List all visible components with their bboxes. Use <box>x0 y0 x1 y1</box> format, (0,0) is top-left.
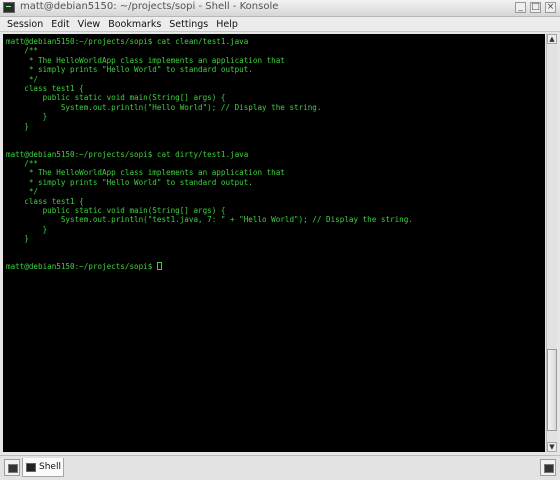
terminal-line: public static void main(String[] args) { <box>6 93 226 103</box>
window-title: matt@debian5150: ~/projects/sopi - Shell… <box>20 1 279 12</box>
konsole-window: matt@debian5150: ~/projects/sopi - Shell… <box>0 0 560 480</box>
terminal-line: matt@debian5150:~/projects/sopi$ cat dir… <box>6 149 249 159</box>
menu-settings[interactable]: Settings <box>165 17 212 31</box>
maximize-button[interactable]: □ <box>530 2 541 13</box>
terminal-line: * The HelloWorldApp class implements an … <box>6 168 285 178</box>
terminal-line: * The HelloWorldApp class implements an … <box>6 55 285 65</box>
terminal-line: */ <box>6 187 39 197</box>
new-session-icon <box>8 464 18 473</box>
terminal-line: } <box>6 234 29 244</box>
terminal-line: class test1 { <box>6 196 84 206</box>
tab-label: Shell <box>39 462 61 472</box>
title-bar[interactable]: matt@debian5150: ~/projects/sopi - Shell… <box>0 0 560 17</box>
menu-session[interactable]: Session <box>3 17 47 31</box>
terminal-scrollbar[interactable]: ▲ ▼ <box>546 34 557 452</box>
terminal-output[interactable]: matt@debian5150:~/projects/sopi$ cat cle… <box>3 34 545 452</box>
menu-bar: Session Edit View Bookmarks Settings Hel… <box>0 17 560 32</box>
close-session-button[interactable] <box>540 459 556 476</box>
terminal-line: System.out.println("test1.java, 7: " + "… <box>6 215 413 225</box>
close-session-icon <box>544 464 554 473</box>
new-session-button[interactable] <box>4 459 20 476</box>
terminal-line: public static void main(String[] args) { <box>6 206 226 216</box>
terminal-app-icon[interactable] <box>3 2 15 13</box>
terminal-line: class test1 { <box>6 83 84 93</box>
close-button[interactable]: × <box>545 2 556 13</box>
menu-view[interactable]: View <box>74 17 105 31</box>
scroll-down-arrow-icon[interactable]: ▼ <box>547 442 557 452</box>
menu-edit[interactable]: Edit <box>47 17 73 31</box>
menu-help[interactable]: Help <box>212 17 242 31</box>
terminal-line: } <box>6 121 29 131</box>
tab-shell[interactable]: Shell <box>22 458 64 477</box>
menu-bookmarks[interactable]: Bookmarks <box>104 17 165 31</box>
terminal-line: matt@debian5150:~/projects/sopi$ <box>6 262 545 271</box>
terminal-line: } <box>6 224 48 234</box>
terminal-line: /** <box>6 159 39 169</box>
window-controls: _ □ × <box>515 2 556 13</box>
scroll-up-arrow-icon[interactable]: ▲ <box>547 34 557 44</box>
terminal-line: System.out.println("Hello World"); // Di… <box>6 102 322 112</box>
terminal-line: * simply prints "Hello World" to standar… <box>6 65 253 75</box>
minimize-button[interactable]: _ <box>515 2 526 13</box>
session-tab-bar: Shell <box>0 455 560 480</box>
terminal-line: * simply prints "Hello World" to standar… <box>6 177 253 187</box>
terminal-line: */ <box>6 74 39 84</box>
shell-tab-icon <box>26 462 36 472</box>
terminal-line: } <box>6 112 48 122</box>
terminal-line: matt@debian5150:~/projects/sopi$ cat cle… <box>6 37 249 46</box>
scrollbar-thumb[interactable] <box>547 349 557 431</box>
terminal-line: /** <box>6 46 39 56</box>
text-cursor <box>156 262 162 271</box>
